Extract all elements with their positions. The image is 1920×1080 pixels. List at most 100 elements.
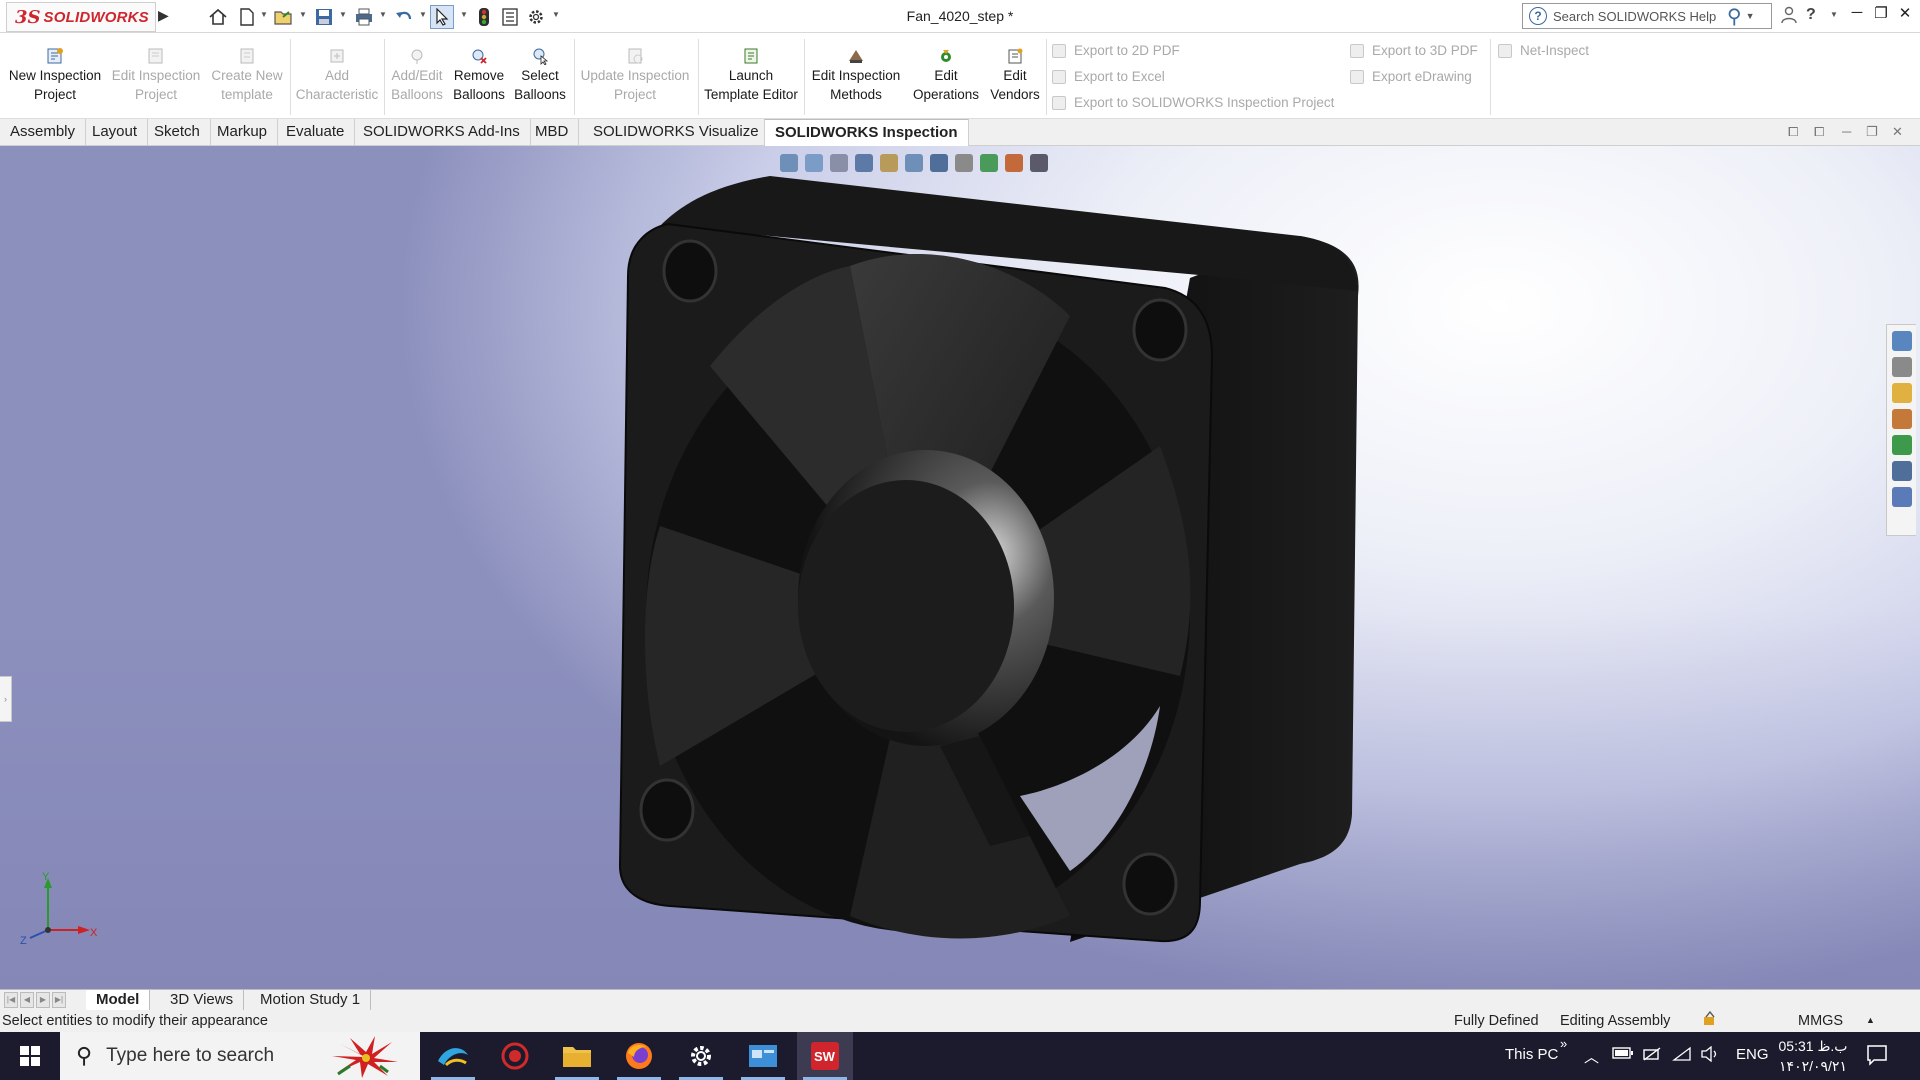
taskbar-app-window-icon[interactable] <box>735 1032 791 1080</box>
tab-motion-study-1[interactable]: Motion Study 1 <box>250 990 372 1011</box>
minimize-icon[interactable]: ─ <box>1846 4 1868 28</box>
open-dropdown-icon[interactable]: ▼ <box>299 10 307 19</box>
tray-network-off-icon[interactable] <box>1642 1046 1662 1066</box>
custom-properties-icon[interactable] <box>1891 461 1912 481</box>
tab-solidworks-addins[interactable]: SOLIDWORKS Add-Ins <box>353 119 531 146</box>
new-inspection-project-button[interactable]: New Inspection Project <box>4 47 106 104</box>
view-palette-icon[interactable] <box>1891 409 1912 429</box>
tab-3d-views[interactable]: 3D Views <box>160 990 245 1011</box>
taskbar-app-paint-icon[interactable] <box>425 1032 481 1080</box>
options-dropdown-icon[interactable]: ▼ <box>552 10 560 19</box>
add-edit-balloons-button[interactable]: Add/Edit Balloons <box>388 47 446 104</box>
previous-tab-icon[interactable]: ◀ <box>20 992 34 1008</box>
tab-mbd[interactable]: MBD <box>525 119 580 146</box>
last-tab-icon[interactable]: ▶| <box>52 992 66 1008</box>
save-icon[interactable] <box>312 5 336 29</box>
tray-language[interactable]: ENG <box>1736 1046 1769 1063</box>
export-2d-pdf-button[interactable]: Export to 2D PDF <box>1052 43 1180 58</box>
close-icon[interactable]: ✕ <box>1894 4 1916 28</box>
tab-solidworks-visualize[interactable]: SOLIDWORKS Visualize <box>583 119 770 146</box>
edit-inspection-methods-button[interactable]: Edit Inspection Methods <box>808 47 904 104</box>
export-excel-button[interactable]: Export to Excel <box>1052 69 1165 84</box>
help-question-icon[interactable]: ? <box>1806 6 1816 24</box>
taskbar-clock[interactable]: 05:31 ب.ظ ۱۴۰۲/۰۹/۲۱ <box>1768 1036 1858 1076</box>
print-icon[interactable] <box>352 5 376 29</box>
print-dropdown-icon[interactable]: ▼ <box>379 10 387 19</box>
search-dropdown-icon[interactable]: ▼ <box>1746 11 1755 21</box>
viewport-tile-left-icon[interactable]: ⧠ <box>1788 124 1798 140</box>
new-dropdown-icon[interactable]: ▼ <box>260 10 268 19</box>
viewport-close-icon[interactable]: ✕ <box>1892 124 1903 140</box>
taskbar-firefox-icon[interactable] <box>611 1032 667 1080</box>
viewport-tile-right-icon[interactable]: ⧠ <box>1814 124 1824 140</box>
solidworks-resources-icon[interactable] <box>1891 331 1912 351</box>
edit-vendors-button[interactable]: Edit Vendors <box>986 47 1044 104</box>
remove-balloons-button[interactable]: Remove Balloons <box>450 47 508 104</box>
open-folder-icon[interactable] <box>272 5 296 29</box>
net-inspect-button[interactable]: Net-Inspect <box>1498 43 1589 58</box>
edit-operations-button[interactable]: Edit Operations <box>908 47 984 104</box>
menu-expand-arrow-icon[interactable]: ▶ <box>158 7 170 27</box>
taskbar-search-box[interactable]: ⚲ Type here to search <box>60 1032 420 1080</box>
export-edrawing-button[interactable]: Export eDrawing <box>1350 69 1472 84</box>
tab-assembly[interactable]: Assembly <box>0 119 87 146</box>
taskbar-app-red-circle-icon[interactable] <box>487 1032 543 1080</box>
toolbar-overflow-icon[interactable]: » <box>1560 1036 1567 1051</box>
file-properties-icon[interactable] <box>498 5 522 29</box>
traffic-light-icon[interactable] <box>474 5 494 29</box>
select-dropdown-icon[interactable]: ▼ <box>460 10 468 19</box>
search-icon[interactable]: ⚲ <box>1727 4 1742 29</box>
rebuild-status-icon[interactable] <box>1702 1010 1718 1031</box>
edit-inspection-project-button[interactable]: Edit Inspection Project <box>108 47 204 104</box>
tray-volume-icon[interactable] <box>1700 1045 1720 1066</box>
windows-start-button[interactable] <box>0 1032 60 1080</box>
file-explorer-icon[interactable] <box>1891 383 1912 403</box>
viewport-minimize-icon[interactable]: ─ <box>1842 124 1851 139</box>
tab-layout[interactable]: Layout <box>82 119 149 146</box>
select-balloons-button[interactable]: Select Balloons <box>512 47 568 104</box>
next-tab-icon[interactable]: ▶ <box>36 992 50 1008</box>
select-arrow-icon[interactable] <box>430 5 454 29</box>
units-expand-icon[interactable]: ▲ <box>1866 1015 1875 1025</box>
help-dropdown-icon[interactable]: ▼ <box>1830 10 1838 19</box>
update-inspection-project-button[interactable]: Update Inspection Project <box>578 47 692 104</box>
tab-sketch[interactable]: Sketch <box>144 119 211 146</box>
units-selector[interactable]: MMGS <box>1798 1013 1843 1029</box>
appearances-icon[interactable] <box>1891 435 1912 455</box>
tab-model[interactable]: Model <box>86 990 151 1011</box>
taskbar-settings-icon[interactable] <box>673 1032 729 1080</box>
tray-show-hidden-icon[interactable]: ︿ <box>1584 1046 1599 1067</box>
create-new-template-button[interactable]: Create New template <box>206 47 288 104</box>
export-3d-pdf-button[interactable]: Export to 3D PDF <box>1350 43 1478 58</box>
tray-battery-icon[interactable] <box>1612 1046 1634 1064</box>
tray-wifi-icon[interactable] <box>1672 1046 1692 1066</box>
home-icon[interactable] <box>206 5 230 29</box>
restore-icon[interactable]: ❐ <box>1870 4 1892 28</box>
add-characteristic-button[interactable]: Add Characteristic <box>294 47 380 104</box>
undo-dropdown-icon[interactable]: ▼ <box>419 10 427 19</box>
new-document-icon[interactable] <box>236 5 258 29</box>
first-tab-icon[interactable]: |◀ <box>4 992 18 1008</box>
export-sw-inspection-project-button[interactable]: Export to SOLIDWORKS Inspection Project <box>1052 95 1334 110</box>
tab-solidworks-inspection[interactable]: SOLIDWORKS Inspection <box>764 119 969 146</box>
notification-center-icon[interactable] <box>1866 1044 1888 1070</box>
options-gear-icon[interactable] <box>524 5 548 29</box>
launch-template-editor-button[interactable]: Launch Template Editor <box>702 47 800 104</box>
undo-icon[interactable] <box>392 5 416 29</box>
this-pc-label[interactable]: This PC <box>1505 1046 1558 1063</box>
tab-evaluate[interactable]: Evaluate <box>276 119 356 146</box>
design-library-icon[interactable] <box>1891 357 1912 377</box>
taskbar-file-explorer-icon[interactable] <box>549 1032 605 1080</box>
help-search-box[interactable]: ? ⚲ ▼ <box>1522 3 1772 29</box>
solidworks-logo[interactable]: 3S SOLIDWORKS <box>6 2 156 32</box>
user-icon[interactable] <box>1781 6 1797 28</box>
save-dropdown-icon[interactable]: ▼ <box>339 10 347 19</box>
forum-icon[interactable] <box>1891 487 1912 507</box>
fan-3d-model[interactable] <box>600 146 1400 946</box>
feature-manager-toggle[interactable]: › <box>0 676 12 722</box>
taskbar-solidworks-icon[interactable]: SW <box>797 1032 853 1080</box>
help-search-input[interactable] <box>1553 8 1723 24</box>
viewport-restore-icon[interactable]: ❐ <box>1866 124 1878 140</box>
graphics-area[interactable]: › Y X Z <box>0 146 1920 989</box>
tab-markup[interactable]: Markup <box>207 119 279 146</box>
